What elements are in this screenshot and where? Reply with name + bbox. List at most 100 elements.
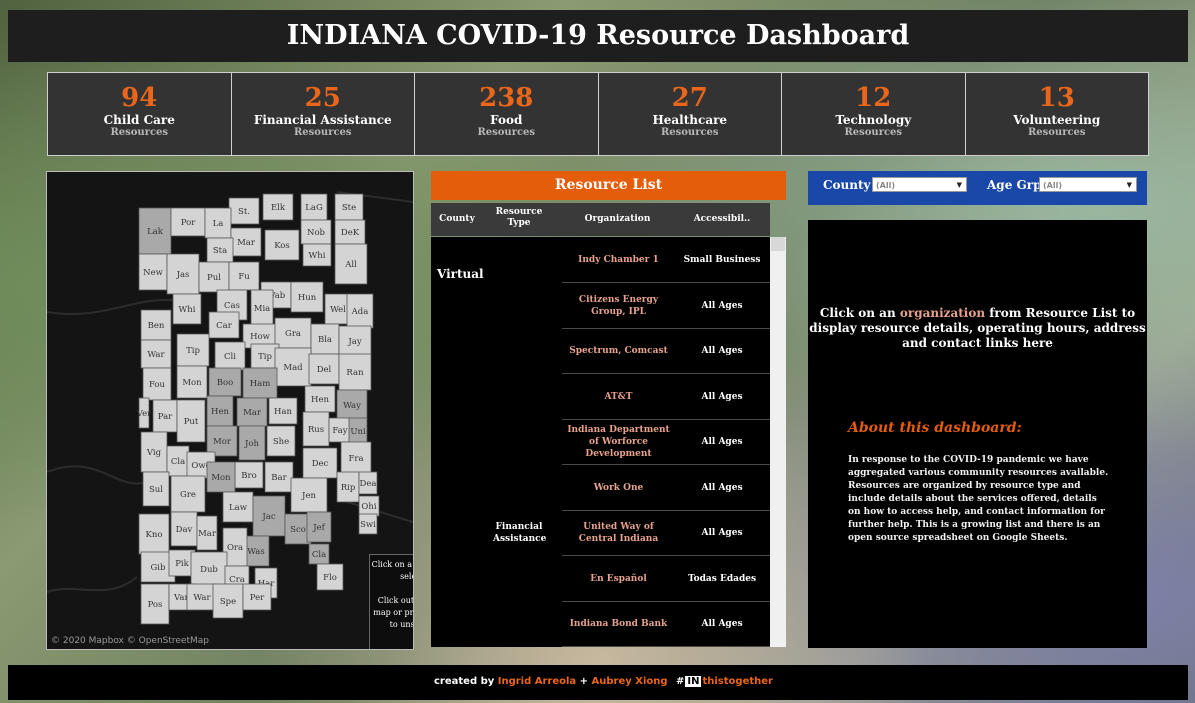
county-shape[interactable]: Whi — [302, 243, 332, 267]
stat-volunteering[interactable]: 13 Volunteering Resources — [965, 73, 1148, 155]
county-shape[interactable]: St. — [228, 197, 260, 225]
county-shape[interactable]: Vig — [140, 431, 168, 473]
county-shape[interactable]: Law — [222, 491, 254, 523]
county-shape[interactable]: Cla — [166, 445, 190, 477]
county-shape[interactable]: Por — [170, 207, 206, 237]
stat-food[interactable]: 238 Food Resources — [415, 73, 599, 155]
county-shape[interactable]: Cla — [308, 543, 330, 565]
column-header-accessibility[interactable]: Accessibil.. — [682, 214, 762, 225]
resource-row[interactable]: Citizens Energy Group, IPL All Ages — [562, 283, 770, 329]
author-link[interactable]: Ingrid Arreola — [498, 676, 576, 687]
resource-row[interactable]: Work One All Ages — [562, 465, 770, 511]
age-group-filter-dropdown[interactable]: (All) ▼ — [1039, 177, 1137, 192]
county-shape[interactable]: She — [266, 425, 296, 457]
county-shape[interactable]: Gra — [274, 317, 312, 349]
county-shape[interactable]: Gre — [170, 475, 206, 513]
county-shape[interactable]: Flo — [316, 563, 344, 591]
resource-row[interactable]: En Español Todas Edades — [562, 556, 770, 602]
county-shape[interactable]: Fou — [142, 367, 172, 401]
organization-link[interactable]: AT&T — [566, 374, 671, 419]
organization-link[interactable]: En Español — [566, 556, 671, 601]
county-shape[interactable]: Bar — [264, 461, 294, 493]
county-shape[interactable]: Bla — [310, 323, 340, 355]
county-shape[interactable]: New — [138, 253, 168, 291]
county-shape[interactable]: Cli — [214, 341, 246, 371]
county-shape[interactable]: Mon — [176, 365, 208, 399]
resource-row[interactable]: AT&T All Ages — [562, 374, 770, 420]
stat-financial-assistance[interactable]: 25 Financial Assistance Resources — [231, 73, 415, 155]
column-header-organization[interactable]: Organization — [565, 214, 670, 225]
county-shape[interactable]: War — [186, 583, 218, 611]
county-shape[interactable]: Ham — [242, 367, 278, 399]
county-shape[interactable]: Fay — [328, 417, 352, 443]
county-shape[interactable]: Hen — [304, 385, 336, 413]
column-header-county[interactable]: County — [437, 214, 477, 225]
county-shape[interactable]: Mar — [230, 227, 262, 257]
county-shape[interactable]: Han — [268, 397, 298, 425]
resource-list-scrollbar[interactable] — [770, 237, 786, 647]
county-shape[interactable]: Elk — [262, 193, 294, 221]
author-link[interactable]: Aubrey Xiong — [592, 676, 668, 687]
county-map[interactable]: LaG Ste Elk St. Lak Por La Nob DeK Kos Mar Sta Whi Al… — [46, 171, 414, 650]
county-shape[interactable]: Way — [336, 389, 368, 421]
scrollbar-thumb[interactable] — [771, 237, 785, 251]
stat-healthcare[interactable]: 27 Healthcare Resources — [598, 73, 782, 155]
county-shape[interactable]: Joh — [238, 425, 266, 461]
county-shape[interactable]: Pul — [198, 261, 230, 293]
resource-row[interactable]: Indy Chamber 1 Small Business — [562, 237, 770, 283]
county-shape[interactable]: Put — [176, 399, 206, 443]
stat-child-care[interactable]: 94 Child Care Resources — [48, 73, 232, 155]
county-shape[interactable]: Whi — [172, 293, 202, 325]
column-header-resource-type[interactable]: Resource Type — [495, 207, 543, 229]
county-shape[interactable]: Bro — [234, 461, 264, 489]
resource-row[interactable]: Indiana Department of Worforce Developme… — [562, 419, 770, 465]
organization-link[interactable]: Indiana Department of Worforce Developme… — [566, 419, 671, 464]
county-shape[interactable]: Mad — [274, 347, 312, 387]
county-shape[interactable]: Car — [208, 311, 240, 339]
county-shape[interactable]: Dec — [302, 447, 338, 479]
county-shape[interactable]: Ste — [334, 193, 364, 221]
county-shape[interactable]: Lak — [138, 207, 172, 255]
county-shape[interactable]: Per — [242, 583, 272, 611]
resource-row[interactable]: Indiana Bond Bank All Ages — [562, 601, 770, 647]
county-shape[interactable]: Kno — [138, 513, 170, 555]
county-shape[interactable]: Ver — [136, 397, 152, 429]
county-shape[interactable]: Sta — [206, 237, 234, 263]
county-shape[interactable]: Jas — [166, 253, 200, 295]
organization-link[interactable]: Citizens Energy Group, IPL — [566, 283, 671, 328]
county-shape[interactable]: Kos — [264, 229, 300, 261]
county-shape[interactable]: Mar — [196, 515, 218, 551]
organization-link[interactable]: Indiana Bond Bank — [566, 601, 671, 646]
county-shape[interactable]: Sul — [142, 471, 170, 507]
county-shape[interactable]: Ben — [140, 309, 172, 341]
organization-link[interactable]: Work One — [566, 465, 671, 510]
county-shape[interactable]: Ran — [338, 353, 372, 391]
county-shape[interactable]: Jen — [290, 477, 328, 513]
county-shape[interactable]: Rip — [336, 471, 360, 503]
county-shape[interactable]: Fu — [228, 261, 260, 291]
organization-link[interactable]: Indy Chamber 1 — [566, 237, 671, 282]
county-shape[interactable]: Dub — [190, 551, 228, 587]
resource-row[interactable]: Spectrum, Comcast All Ages — [562, 328, 770, 374]
county-shape[interactable]: Uni — [348, 417, 368, 445]
county-shape[interactable]: LaG — [300, 193, 328, 221]
stat-technology[interactable]: 12 Technology Resources — [782, 73, 966, 155]
resource-row[interactable]: United Way of Central Indiana All Ages — [562, 510, 770, 556]
county-shape[interactable]: Swi — [358, 513, 378, 535]
county-shape[interactable]: DeK — [334, 219, 366, 245]
county-shape[interactable]: Jay — [338, 325, 372, 357]
county-shape[interactable]: Hun — [290, 281, 324, 313]
county-shape[interactable]: Fra — [340, 441, 372, 475]
county-shape[interactable]: Ada — [346, 293, 374, 329]
county-shape[interactable]: Mon — [206, 461, 236, 493]
county-shape[interactable]: Pos — [140, 583, 170, 625]
county-shape[interactable]: Mia — [250, 289, 274, 327]
county-shape[interactable]: Ohi — [358, 495, 380, 517]
county-shape[interactable]: Hen — [206, 395, 234, 427]
county-shape[interactable]: Par — [152, 399, 178, 433]
county-shape[interactable]: Tip — [176, 333, 210, 367]
county-shape[interactable]: All — [334, 243, 368, 285]
county-shape[interactable]: Spe — [212, 583, 244, 619]
county-shape[interactable]: War — [140, 339, 172, 369]
county-shape[interactable]: Mor — [206, 425, 238, 457]
